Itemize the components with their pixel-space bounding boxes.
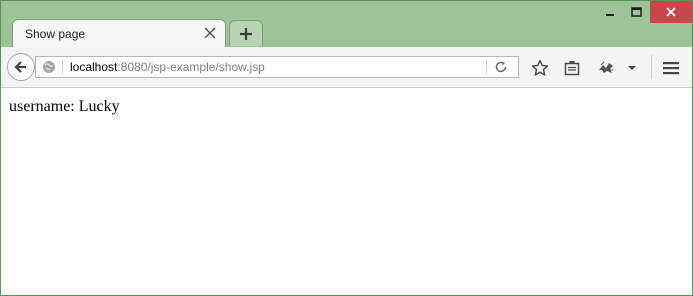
browser-window: Show page localhost:8080/jsp-example/sho… xyxy=(0,0,693,296)
title-bar: Show page xyxy=(1,1,692,48)
minimize-icon xyxy=(606,14,614,16)
close-icon xyxy=(666,7,676,17)
globe-icon[interactable] xyxy=(42,60,56,74)
maximize-button[interactable] xyxy=(623,1,649,23)
tab-show-page[interactable]: Show page xyxy=(12,19,226,48)
tab-close-icon[interactable] xyxy=(203,26,217,40)
page-content: username: Lucky xyxy=(1,88,692,295)
extension-icon xyxy=(599,61,613,73)
url-text[interactable]: localhost:8080/jsp-example/show.jsp xyxy=(70,60,265,74)
hamburger-menu-icon xyxy=(663,62,679,75)
extension-button[interactable] xyxy=(597,59,615,77)
minimize-button[interactable] xyxy=(593,1,627,23)
username-line: username: Lucky xyxy=(9,98,120,116)
extension-dropdown-button[interactable] xyxy=(626,59,638,77)
reading-list-icon xyxy=(564,61,580,76)
navigation-bar: localhost:8080/jsp-example/show.jsp xyxy=(1,47,692,88)
close-window-button[interactable] xyxy=(650,1,692,23)
arrow-left-icon xyxy=(14,61,26,73)
tab-title: Show page xyxy=(25,27,86,41)
reload-icon[interactable] xyxy=(494,60,508,74)
url-separator xyxy=(62,60,63,74)
address-bar[interactable]: localhost:8080/jsp-example/show.jsp xyxy=(35,56,519,78)
star-icon xyxy=(531,59,549,76)
username-value: Lucky xyxy=(78,98,120,115)
maximize-icon xyxy=(630,7,642,17)
chevron-down-icon xyxy=(628,66,636,70)
url-host: localhost xyxy=(70,60,118,74)
bookmark-button[interactable] xyxy=(531,59,549,77)
toolbar-divider xyxy=(651,55,652,79)
new-tab-button[interactable] xyxy=(229,20,263,46)
reading-list-button[interactable] xyxy=(563,59,581,77)
username-label: username: xyxy=(9,98,75,115)
plus-icon xyxy=(240,27,252,40)
url-separator-right xyxy=(486,60,487,74)
menu-button[interactable] xyxy=(662,59,680,77)
back-button[interactable] xyxy=(7,53,35,81)
url-path: :8080/jsp-example/show.jsp xyxy=(117,60,265,74)
